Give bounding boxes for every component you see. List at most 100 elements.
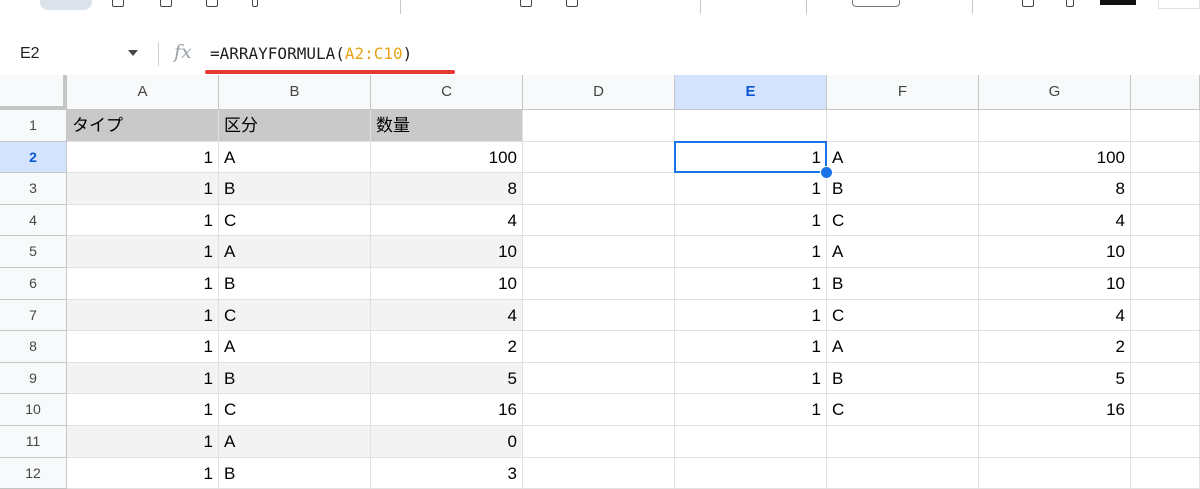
- cell[interactable]: [1131, 110, 1200, 142]
- cell-E8[interactable]: 1: [675, 331, 827, 363]
- cell[interactable]: [523, 426, 675, 458]
- font-size-input[interactable]: [852, 0, 900, 7]
- cell-G5[interactable]: 10: [979, 236, 1131, 268]
- cell-B4[interactable]: C: [219, 204, 371, 237]
- cell-B7[interactable]: C: [219, 299, 371, 332]
- cell-G11[interactable]: [979, 426, 1131, 458]
- cell-E6[interactable]: 1: [675, 268, 827, 300]
- bold-icon[interactable]: [1022, 0, 1034, 7]
- column-header[interactable]: [1131, 75, 1200, 110]
- increase-decimal-icon[interactable]: [566, 0, 578, 7]
- cell-A12[interactable]: 1: [67, 457, 219, 489]
- cell-F2[interactable]: A: [827, 141, 979, 174]
- cell-C12[interactable]: 3: [371, 457, 523, 489]
- cell[interactable]: [523, 394, 675, 426]
- cell[interactable]: [1131, 141, 1200, 174]
- cell-B2[interactable]: A: [219, 141, 371, 174]
- cell-A10[interactable]: 1: [67, 394, 219, 426]
- cell-C11[interactable]: 0: [371, 426, 523, 458]
- cell-F6[interactable]: B: [827, 268, 979, 300]
- cell-C1[interactable]: 数量: [371, 110, 523, 142]
- cell[interactable]: [1131, 331, 1200, 363]
- cell-A3[interactable]: 1: [67, 173, 219, 205]
- cell-E7[interactable]: 1: [675, 299, 827, 332]
- cell-F10[interactable]: C: [827, 394, 979, 426]
- cell-A9[interactable]: 1: [67, 362, 219, 395]
- cell-F1[interactable]: [827, 110, 979, 142]
- italic-icon[interactable]: [1066, 0, 1074, 7]
- cell[interactable]: [1131, 362, 1200, 395]
- cell-A6[interactable]: 1: [67, 268, 219, 300]
- cell-F12[interactable]: [827, 457, 979, 489]
- cell-A11[interactable]: 1: [67, 426, 219, 458]
- cell-E4[interactable]: 1: [675, 204, 827, 237]
- cell-G6[interactable]: 10: [979, 268, 1131, 300]
- cell-B12[interactable]: B: [219, 457, 371, 489]
- cell-A4[interactable]: 1: [67, 204, 219, 237]
- row-header[interactable]: 10: [0, 394, 67, 426]
- zoom-icon[interactable]: [252, 0, 258, 7]
- cell-A5[interactable]: 1: [67, 236, 219, 268]
- cell[interactable]: [523, 173, 675, 205]
- cell[interactable]: [1131, 394, 1200, 426]
- cell-G9[interactable]: 5: [979, 362, 1131, 395]
- cell-C5[interactable]: 10: [371, 236, 523, 268]
- column-header[interactable]: G: [979, 75, 1131, 110]
- cell-C4[interactable]: 4: [371, 204, 523, 237]
- column-header[interactable]: B: [219, 75, 371, 110]
- cell-G10[interactable]: 16: [979, 394, 1131, 426]
- cell-G4[interactable]: 4: [979, 204, 1131, 237]
- cell-F11[interactable]: [827, 426, 979, 458]
- cell-C3[interactable]: 8: [371, 173, 523, 205]
- cell-B8[interactable]: A: [219, 331, 371, 363]
- cell-G2[interactable]: 100: [979, 141, 1131, 174]
- formula-input[interactable]: =ARRAYFORMULA(A2:C10): [210, 44, 412, 63]
- cell-E11[interactable]: [675, 426, 827, 458]
- cell-F5[interactable]: A: [827, 236, 979, 268]
- fill-handle[interactable]: [819, 165, 833, 179]
- decrease-decimal-icon[interactable]: [520, 0, 532, 7]
- cell-A8[interactable]: 1: [67, 331, 219, 363]
- column-header[interactable]: E: [675, 75, 827, 110]
- row-header[interactable]: 5: [0, 236, 67, 268]
- cell-B10[interactable]: C: [219, 394, 371, 426]
- row-header[interactable]: 6: [0, 268, 67, 300]
- undo-button[interactable]: [40, 0, 92, 10]
- cell-C6[interactable]: 10: [371, 268, 523, 300]
- cell-C7[interactable]: 4: [371, 299, 523, 332]
- cell[interactable]: [1131, 268, 1200, 300]
- cell-F8[interactable]: A: [827, 331, 979, 363]
- column-header[interactable]: F: [827, 75, 979, 110]
- cell-C8[interactable]: 2: [371, 331, 523, 363]
- cell-G7[interactable]: 4: [979, 299, 1131, 332]
- cell-B9[interactable]: B: [219, 362, 371, 395]
- row-header[interactable]: 7: [0, 299, 67, 332]
- cell[interactable]: [523, 457, 675, 489]
- cell-G3[interactable]: 8: [979, 173, 1131, 205]
- select-all-corner[interactable]: [0, 75, 67, 110]
- cell[interactable]: [1131, 426, 1200, 458]
- cell-F9[interactable]: B: [827, 362, 979, 395]
- name-box[interactable]: E2: [20, 45, 40, 63]
- cell-E3[interactable]: 1: [675, 173, 827, 205]
- paint-format-icon[interactable]: [206, 0, 218, 7]
- cell-E9[interactable]: 1: [675, 362, 827, 395]
- cell-G1[interactable]: [979, 110, 1131, 142]
- cell-E12[interactable]: [675, 457, 827, 489]
- cell-A7[interactable]: 1: [67, 299, 219, 332]
- cell[interactable]: [1131, 457, 1200, 489]
- cell[interactable]: [523, 110, 675, 142]
- row-header[interactable]: 9: [0, 362, 67, 395]
- column-header[interactable]: C: [371, 75, 523, 110]
- fill-color-icon[interactable]: [1158, 0, 1200, 9]
- cell-B6[interactable]: B: [219, 268, 371, 300]
- cell[interactable]: [523, 268, 675, 300]
- cell[interactable]: [523, 236, 675, 268]
- row-header[interactable]: 11: [0, 426, 67, 458]
- cell-G12[interactable]: [979, 457, 1131, 489]
- cell-C9[interactable]: 5: [371, 362, 523, 395]
- cell-G8[interactable]: 2: [979, 331, 1131, 363]
- cell-C10[interactable]: 16: [371, 394, 523, 426]
- cell-E1[interactable]: [675, 110, 827, 142]
- cell-E10[interactable]: 1: [675, 394, 827, 426]
